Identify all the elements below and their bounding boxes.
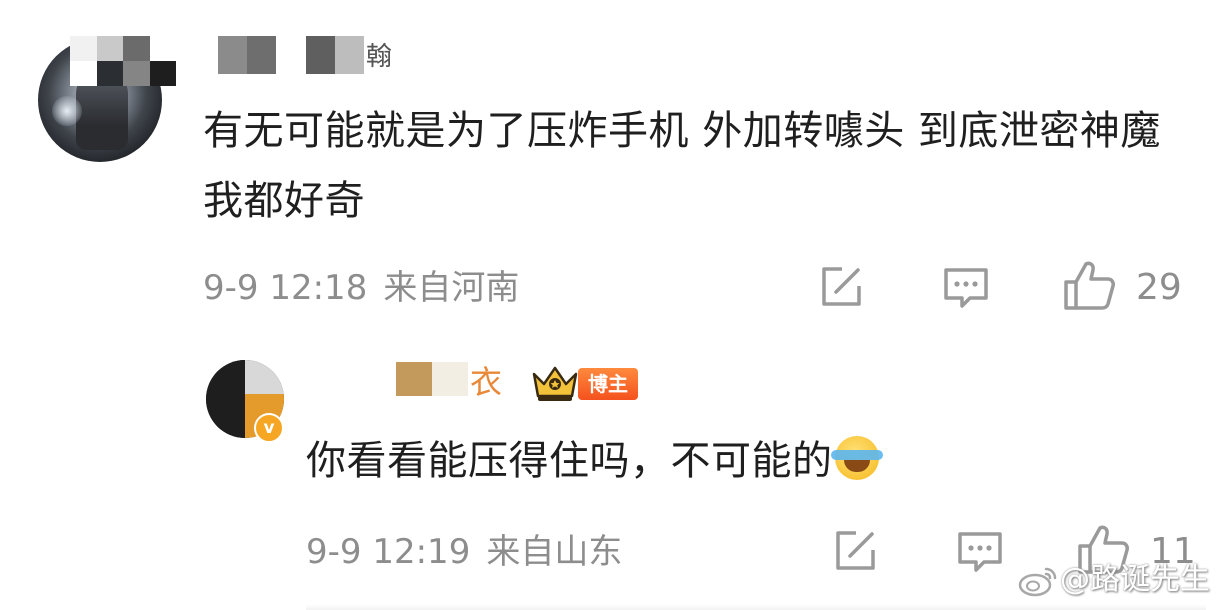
edit-share-icon	[836, 531, 875, 570]
blogger-badge: 博主	[578, 368, 638, 400]
comment-text: 有无可能就是为了压炸手机 外加转噱头 到底泄密神魔我都好奇	[203, 108, 1161, 224]
avatar-mosaic-blur	[70, 36, 176, 86]
divider	[306, 604, 1206, 610]
crown-icon	[532, 366, 578, 401]
reply-author-name-mosaic[interactable]	[396, 362, 468, 396]
comment-bubble-icon	[944, 268, 988, 308]
comment-date: 9-9 12:18	[203, 268, 368, 308]
edit-share-icon	[822, 267, 861, 306]
reply-text: 你看看能压得住吗，不可能的	[306, 426, 883, 496]
like-button[interactable]	[1062, 258, 1116, 312]
comment-location: 来自河南	[383, 268, 520, 308]
comment-meta: 9-9 12:18 来自河南	[203, 268, 519, 308]
author-name[interactable]: 翰	[366, 40, 392, 74]
author-name-mosaic[interactable]	[218, 36, 364, 74]
reply-text-content: 你看看能压得住吗，不可能的	[306, 438, 833, 484]
reply-author-name[interactable]: 衣	[470, 362, 502, 402]
avatar-highlight	[52, 96, 82, 126]
verified-badge: v	[254, 413, 284, 443]
reply-meta: 9-9 12:19 来自山东	[306, 532, 622, 572]
comment-bubble-icon	[958, 532, 1002, 572]
share-button[interactable]	[818, 264, 864, 310]
watermark: @路诞先生	[1060, 562, 1210, 597]
reply-share-button[interactable]	[832, 528, 878, 574]
thumbs-up-icon	[1064, 261, 1115, 310]
laugh-cry-emoji-icon	[830, 436, 883, 480]
reply-comment-button[interactable]	[956, 530, 1004, 574]
like-count: 29	[1136, 267, 1182, 308]
comment-reply-button[interactable]	[942, 266, 990, 310]
reply-location: 来自山东	[486, 532, 623, 572]
reply-date: 9-9 12:19	[306, 532, 471, 572]
